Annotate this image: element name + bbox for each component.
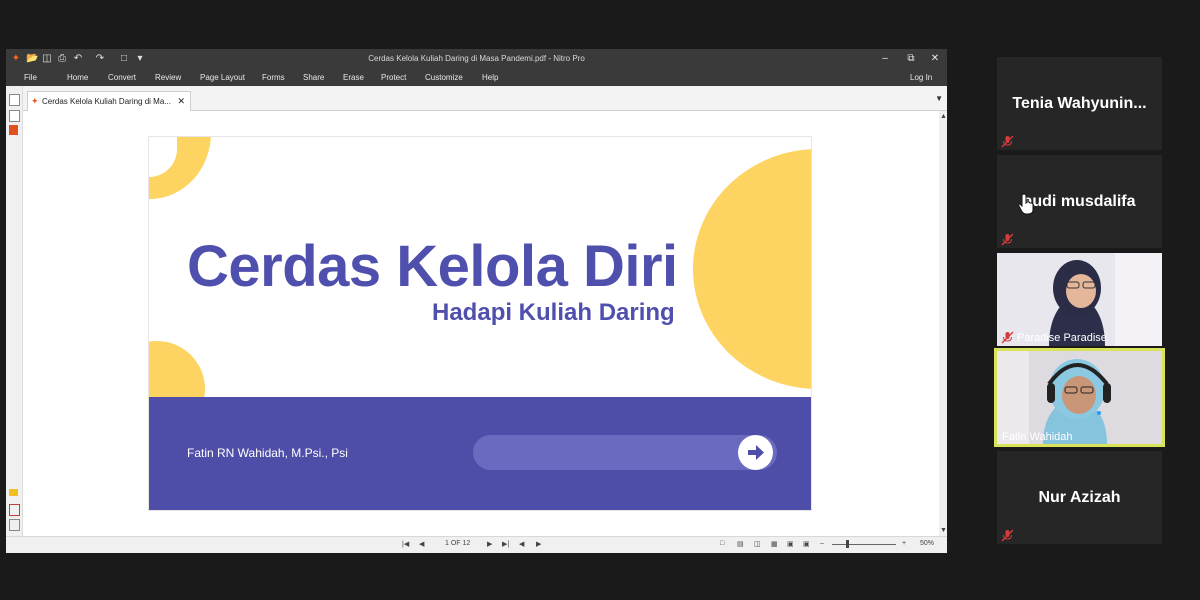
slide-page: Cerdas Kelola Diri Hadapi Kuliah Daring …: [148, 136, 812, 511]
login-link[interactable]: Log In: [910, 73, 932, 82]
menu-share[interactable]: Share: [303, 73, 324, 82]
menu-home[interactable]: Home: [67, 73, 88, 82]
zoom-slider-handle[interactable]: [846, 540, 849, 548]
zoom-out-icon[interactable]: –: [820, 540, 824, 547]
menu-help[interactable]: Help: [482, 73, 498, 82]
menu-erase[interactable]: Erase: [343, 73, 364, 82]
vertical-scrollbar[interactable]: ▲ ▼: [939, 111, 947, 536]
muted-mic-icon: [1001, 233, 1014, 246]
ribbon-menu: File Home Convert Review Page Layout For…: [6, 69, 947, 86]
presenter-name: Fatin RN Wahidah, M.Psi., Psi: [187, 446, 348, 460]
document-tab-row: ✦ Cerdas Kelola Kuliah Daring di Ma... ✕…: [23, 86, 947, 111]
slide-subtitle: Hadapi Kuliah Daring: [432, 299, 675, 326]
menu-page-layout[interactable]: Page Layout: [200, 73, 245, 82]
participant-video-tile[interactable]: Paradise Paradise: [997, 253, 1162, 346]
continuous-view-icon[interactable]: ▤: [737, 540, 744, 548]
fit-width-icon[interactable]: ▣: [787, 540, 794, 548]
scroll-up-icon[interactable]: ▲: [940, 113, 947, 120]
participant-name: Tenia Wahyunin...: [1012, 95, 1147, 112]
pages-panel-icon[interactable]: [9, 94, 20, 106]
slide-arrow-button: [738, 435, 773, 470]
menu-protect[interactable]: Protect: [381, 73, 406, 82]
left-panel-toolbar: [6, 86, 23, 552]
attachments-panel-icon[interactable]: [9, 125, 18, 135]
arrow-right-icon: [748, 445, 764, 460]
next-page-icon[interactable]: ▶: [487, 540, 492, 548]
menu-review[interactable]: Review: [155, 73, 181, 82]
restore-icon[interactable]: ⧉: [902, 52, 920, 66]
previous-page-icon[interactable]: ◀: [419, 540, 424, 548]
muted-mic-icon: [1001, 529, 1014, 542]
participant-tile[interactable]: Tenia Wahyunin...: [997, 57, 1162, 150]
facing-continuous-view-icon[interactable]: ▦: [771, 540, 778, 548]
menu-convert[interactable]: Convert: [108, 73, 136, 82]
fit-page-icon[interactable]: ▣: [803, 540, 810, 548]
tab-list-dropdown-icon[interactable]: ▼: [935, 94, 943, 103]
zoom-level[interactable]: 50%: [920, 540, 934, 547]
signatures-panel-icon[interactable]: [9, 504, 20, 516]
menu-forms[interactable]: Forms: [262, 73, 285, 82]
title-bar: ✦ 📂 ◫ ⎙ ↶ ↷ □ ▾ Cerdas Kelola Kuliah Dar…: [6, 49, 947, 69]
hand-cursor-icon: [1019, 193, 1034, 215]
forward-view-icon[interactable]: ▶: [536, 540, 541, 548]
menu-customize[interactable]: Customize: [425, 73, 463, 82]
zoom-in-icon[interactable]: +: [902, 540, 906, 547]
participant-tile[interactable]: Nur Azizah: [997, 451, 1162, 544]
output-panel-icon[interactable]: [9, 519, 20, 531]
muted-mic-icon: [1001, 135, 1014, 148]
close-tab-icon[interactable]: ✕: [177, 96, 185, 107]
slide-pill-bar: [473, 435, 777, 470]
participant-tile[interactable]: audi musdalifa: [997, 155, 1162, 248]
participant-name: Nur Azizah: [1038, 489, 1121, 506]
decor-circle-right: [693, 149, 811, 389]
page-indicator[interactable]: 1 OF 12: [445, 540, 470, 547]
slide-title: Cerdas Kelola Diri: [187, 234, 678, 299]
participant-name: Fatin Wahidah: [1002, 431, 1073, 443]
window-title: Cerdas Kelola Kuliah Daring di Masa Pand…: [368, 54, 585, 63]
muted-mic-icon: [1001, 331, 1014, 344]
participant-video-tile-active-speaker[interactable]: Fatin Wahidah: [994, 348, 1165, 447]
scroll-down-icon[interactable]: ▼: [940, 527, 947, 534]
minimize-icon[interactable]: –: [876, 52, 894, 66]
single-page-view-icon[interactable]: □: [720, 540, 724, 547]
first-page-icon[interactable]: |◀: [402, 540, 409, 548]
close-icon[interactable]: ✕: [926, 52, 944, 66]
last-page-icon[interactable]: ▶|: [502, 540, 509, 548]
comments-panel-icon[interactable]: [9, 489, 18, 496]
participant-name: Paradise Paradise: [1017, 332, 1107, 344]
document-tab-label: Cerdas Kelola Kuliah Daring di Ma...: [42, 97, 171, 106]
document-tab[interactable]: ✦ Cerdas Kelola Kuliah Daring di Ma... ✕: [27, 91, 191, 111]
status-bar: |◀ ◀ 1 OF 12 ▶ ▶| ◀ ▶ □ ▤ ◫ ▦ ▣ ▣ – + 50…: [6, 536, 947, 553]
menu-file[interactable]: File: [24, 73, 37, 82]
back-view-icon[interactable]: ◀: [519, 540, 524, 548]
pdf-file-icon: ✦: [31, 96, 39, 106]
facing-view-icon[interactable]: ◫: [754, 540, 761, 548]
zoom-slider[interactable]: [832, 544, 896, 545]
bookmarks-panel-icon[interactable]: [9, 110, 20, 122]
